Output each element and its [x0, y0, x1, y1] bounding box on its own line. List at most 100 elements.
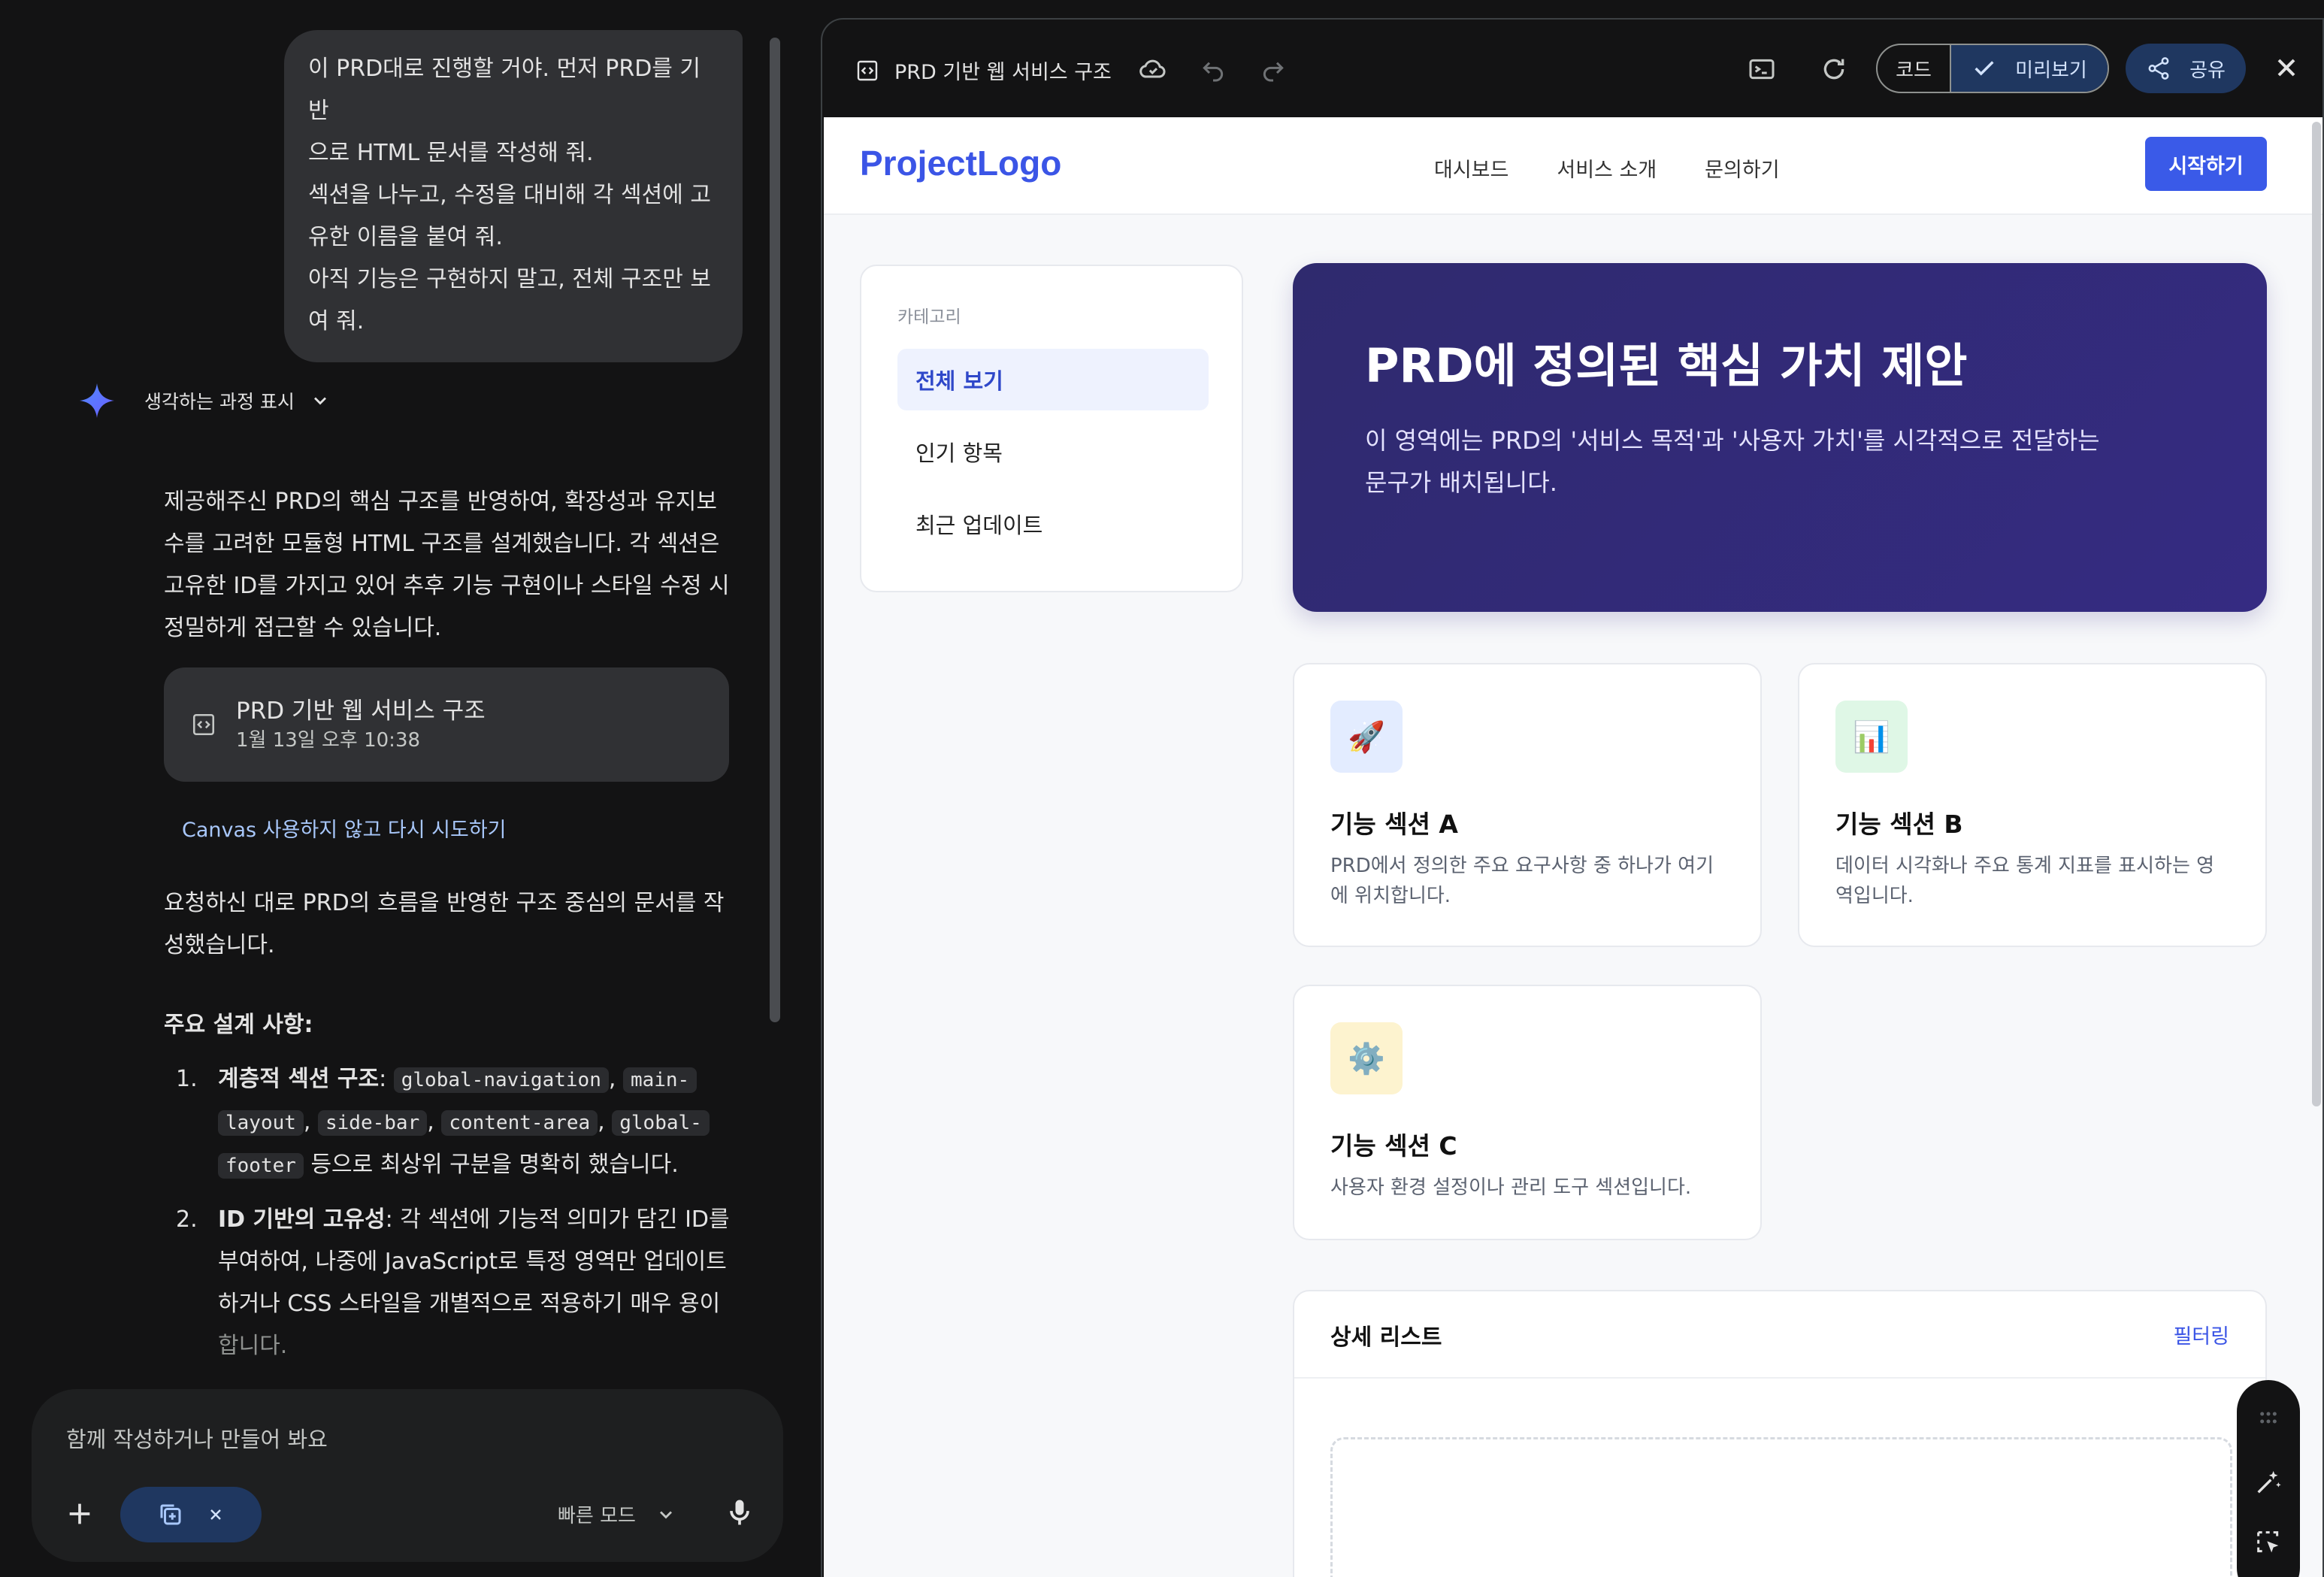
feature-title: 기능 섹션 B	[1835, 810, 1963, 839]
detail-list-section: 상세 리스트 필터링	[1293, 1290, 2267, 1577]
user-message-line: 섹션을 나누고, 수정을 대비해 각 섹션에 고	[308, 182, 711, 208]
preview-scrollbar[interactable]	[2312, 122, 2321, 1106]
list-number: 2.	[176, 1206, 198, 1233]
global-navigation: ProjectLogo 대시보드 서비스 소개 문의하기 시작하기	[824, 117, 2322, 215]
design-points-heading: 주요 설계 사항:	[164, 1012, 313, 1038]
colon: :	[379, 1066, 394, 1092]
preview-tab[interactable]: 미리보기	[1951, 45, 2108, 92]
list-item-text: 합니다.	[218, 1333, 288, 1359]
preview-label: 미리보기	[2015, 59, 2087, 82]
hero-title: PRD에 정의된 핵심 가치 제안	[1365, 338, 1968, 393]
show-thinking-toggle[interactable]: 생각하는 과정 표시	[78, 382, 331, 419]
sidebar-heading: 카테고리	[897, 307, 961, 327]
response-line: 성했습니다.	[164, 932, 275, 958]
close-icon[interactable]	[2271, 53, 2301, 83]
share-icon	[2148, 57, 2169, 80]
list-item-title: ID 기반의 고유성	[218, 1206, 386, 1233]
sidebar-item-popular[interactable]: 인기 항목	[897, 421, 1209, 483]
nav-item-service-intro[interactable]: 서비스 소개	[1557, 153, 1657, 183]
feature-card-b[interactable]: 📊 기능 섹션 B 데이터 시각화나 주요 통계 지표를 표시하는 영역입니다.	[1798, 663, 2267, 947]
start-button[interactable]: 시작하기	[2145, 137, 2267, 191]
nav-item-dashboard[interactable]: 대시보드	[1434, 153, 1508, 183]
prompt-composer: 함께 작성하거나 만들어 봐요 빠른 모드	[32, 1389, 783, 1562]
retry-without-canvas-link[interactable]: Canvas 사용하지 않고 다시 시도하기	[182, 813, 507, 843]
response-line: 요청하신 대로 PRD의 흐름을 반영한 구조 중심의 문서를 작	[164, 890, 725, 916]
code-tab[interactable]: 코드	[1878, 45, 1951, 92]
list-item-text: : 각 섹션에 기능적 의미가 담긴 ID를	[385, 1206, 730, 1233]
divider	[1294, 1377, 2265, 1379]
inline-code: content-area	[441, 1110, 598, 1136]
list-placeholder	[1330, 1437, 2232, 1577]
thinking-label: 생각하는 과정 표시	[144, 391, 295, 413]
inline-code: layout	[218, 1110, 304, 1136]
list-number: 1.	[176, 1066, 198, 1092]
list-item-text: 하거나 CSS 스타일을 개별적으로 적용하기 매우 용이	[218, 1291, 721, 1317]
refresh-icon[interactable]	[1819, 54, 1849, 84]
canvas-panel: PRD 기반 웹 서비스 구조 코드 미리보기 공유 ProjectLogo 대…	[821, 18, 2324, 1577]
feature-card-c[interactable]: ⚙️ 기능 섹션 C 사용자 환경 설정이나 관리 도구 섹션입니다.	[1293, 985, 1762, 1240]
code-preview-toggle: 코드 미리보기	[1876, 44, 2109, 93]
feature-description-line: 역입니다.	[1835, 885, 1914, 907]
feature-title: 기능 섹션 C	[1330, 1131, 1457, 1161]
chevron-down-icon	[313, 397, 326, 405]
feature-description: PRD에서 정의한 주요 요구사항 중 하나가 여기에 위치합니다.	[1330, 851, 1736, 911]
canvas-title[interactable]: PRD 기반 웹 서비스 구조	[894, 56, 1112, 85]
project-logo[interactable]: ProjectLogo	[860, 143, 1061, 183]
mode-selector[interactable]: 빠른 모드	[558, 1500, 676, 1528]
list-item-title: 계층적 섹션 구조	[218, 1066, 380, 1092]
nav-item-contact[interactable]: 문의하기	[1705, 153, 1779, 183]
hero-description-line: 문구가 배치됩니다.	[1365, 468, 1557, 497]
response-line: 제공해주신 PRD의 핵심 구조를 반영하여, 확장성과 유지보	[164, 489, 717, 515]
user-message-line: 으로 HTML 문서를 작성해 줘.	[308, 140, 594, 166]
doc-card-title: PRD 기반 웹 서비스 구조	[236, 698, 486, 725]
canvas-header: PRD 기반 웹 서비스 구조 코드 미리보기 공유	[822, 20, 2322, 117]
redo-icon[interactable]	[1258, 54, 1288, 84]
close-icon[interactable]	[207, 1506, 225, 1524]
microphone-icon[interactable]	[723, 1496, 756, 1529]
user-message-line: 아직 기능은 구현하지 말고, 전체 구조만 보	[308, 266, 711, 292]
response-line: 수를 고려한 모듈형 HTML 구조를 설계했습니다. 각 섹션은	[164, 531, 720, 557]
feature-description-line: 에 위치합니다.	[1330, 885, 1451, 907]
sidebar-item-all[interactable]: 전체 보기	[897, 349, 1209, 410]
sidebar-item-recent[interactable]: 최근 업데이트	[897, 493, 1209, 555]
separator: ,	[427, 1109, 442, 1135]
bar-chart-icon: 📊	[1835, 701, 1908, 773]
prompt-input[interactable]: 함께 작성하거나 만들어 봐요	[66, 1422, 328, 1454]
side-bar: 카테고리 전체 보기 인기 항목 최근 업데이트	[860, 265, 1243, 592]
response-line: 고유한 ID를 가지고 있어 추후 기능 구현이나 스타일 수정 시	[164, 573, 730, 599]
select-element-icon[interactable]	[2253, 1527, 2283, 1557]
drag-handle-icon[interactable]	[2253, 1403, 2283, 1433]
canvas-document-card[interactable]: PRD 기반 웹 서비스 구조 1월 13일 오후 10:38	[164, 667, 729, 782]
separator: ,	[608, 1066, 623, 1092]
response-line: 정밀하게 접근할 수 있습니다.	[164, 615, 442, 641]
floating-toolbar	[2237, 1380, 2300, 1577]
feature-description-line: PRD에서 정의한 주요 요구사항 중 하나가 여기	[1330, 855, 1714, 877]
list-item: 1. 계층적 섹션 구조: global-navigation, main-la…	[164, 1058, 735, 1187]
add-icon[interactable]	[65, 1499, 95, 1529]
chat-scrollbar[interactable]	[770, 38, 780, 1022]
user-message-line: 이 PRD대로 진행할 거야. 먼저 PRD를 기반	[308, 56, 701, 124]
response-2: 요청하신 대로 PRD의 흐름을 반영한 구조 중심의 문서를 작 성했습니다.	[164, 882, 735, 967]
inline-code: global-	[612, 1110, 710, 1136]
feature-title: 기능 섹션 A	[1330, 810, 1458, 839]
list-item-text: 등으로 최상위 구분을 명확히 했습니다.	[303, 1152, 679, 1178]
canvas-tool-chip[interactable]	[120, 1487, 262, 1542]
doc-card-timestamp: 1월 13일 오후 10:38	[236, 729, 421, 752]
share-button[interactable]: 공유	[2126, 44, 2246, 93]
hero-section: PRD에 정의된 핵심 가치 제안 이 영역에는 PRD의 '서비스 목적'과 …	[1293, 263, 2267, 612]
code-document-icon	[192, 713, 215, 736]
feature-card-a[interactable]: 🚀 기능 섹션 A PRD에서 정의한 주요 요구사항 중 하나가 여기에 위치…	[1293, 663, 1762, 947]
console-icon[interactable]	[1747, 54, 1777, 84]
feature-description-line: 데이터 시각화나 주요 통계 지표를 표시하는 영	[1835, 855, 2215, 877]
list-item: 2. ID 기반의 고유성: 각 섹션에 기능적 의미가 담긴 ID를 부여하여…	[164, 1199, 735, 1367]
magic-edit-icon[interactable]	[2253, 1467, 2283, 1497]
separator: ,	[598, 1109, 613, 1135]
canvas-tool-icon	[160, 1504, 181, 1525]
undo-icon[interactable]	[1198, 54, 1228, 84]
gemini-sparkle-icon	[80, 383, 114, 418]
inline-code: main-	[622, 1067, 698, 1093]
filter-link[interactable]: 필터링	[2173, 1320, 2229, 1349]
user-message-line: 유한 이름을 붙여 줘.	[308, 224, 503, 250]
chat-panel: 이 PRD대로 진행할 거야. 먼저 PRD를 기반 으로 HTML 문서를 작…	[0, 0, 797, 1577]
rocket-icon: 🚀	[1330, 701, 1403, 773]
